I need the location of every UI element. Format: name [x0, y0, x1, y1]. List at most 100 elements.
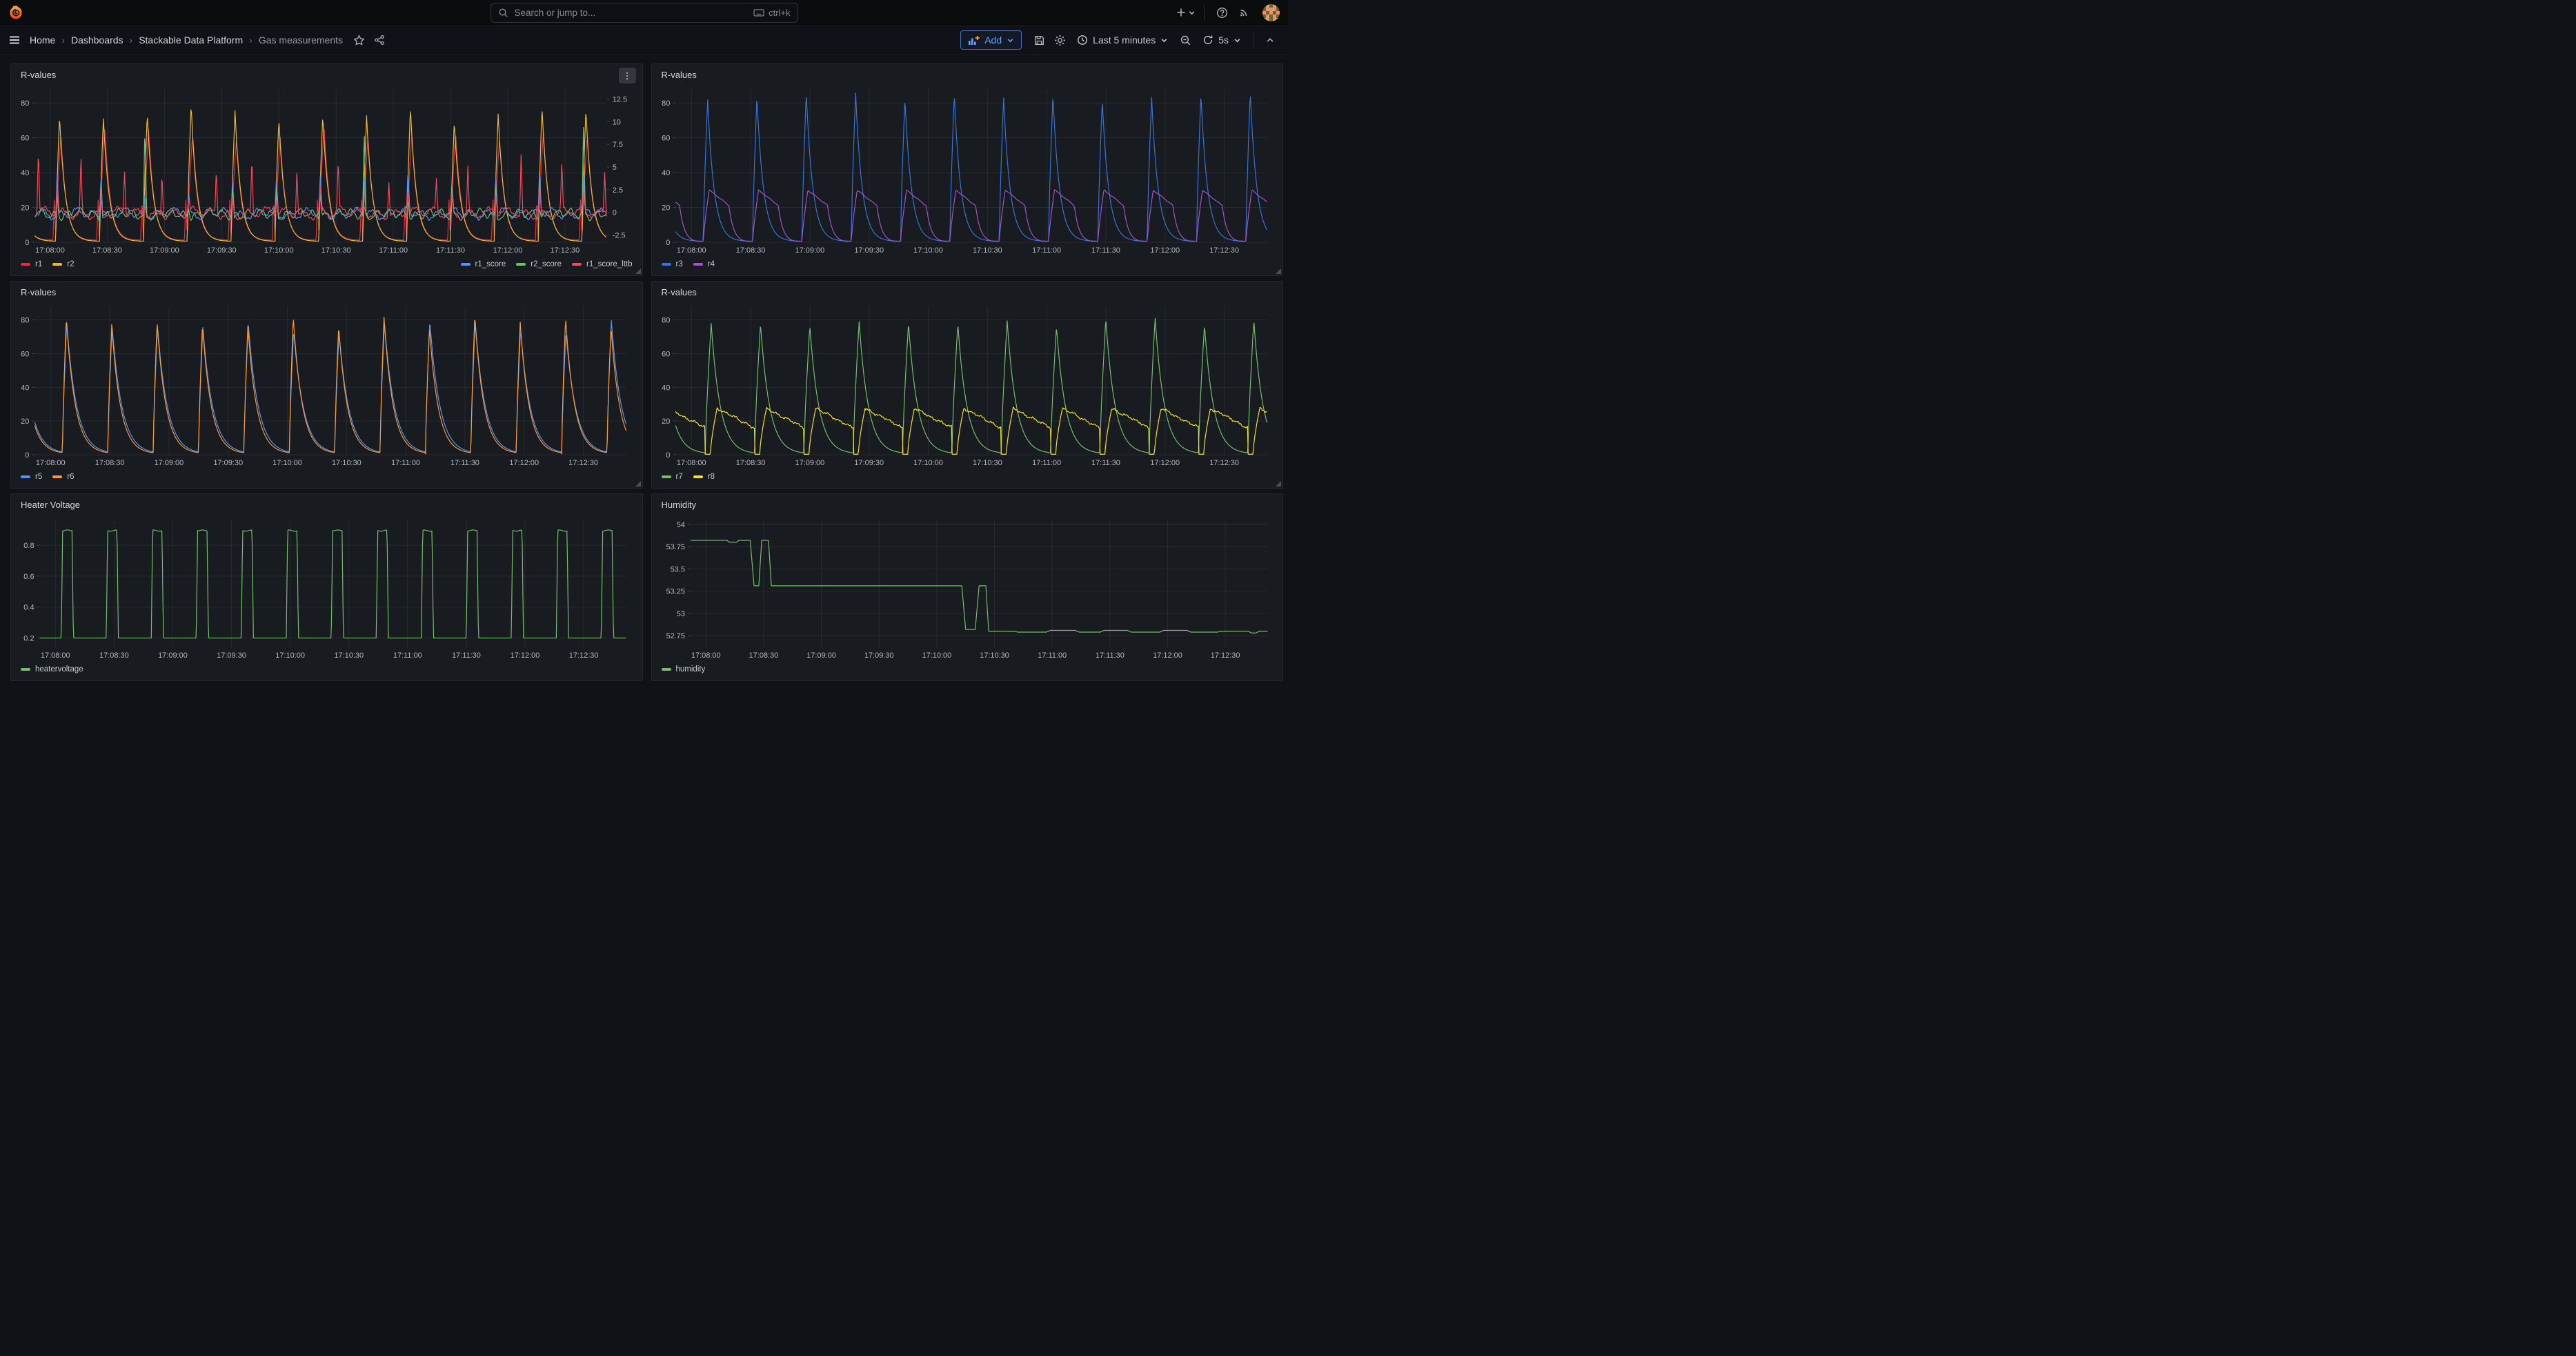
svg-text:17:09:00: 17:09:00 [150, 246, 179, 255]
panel-r-values-1: R-values 17:08:0017:08:3017:09:0017:09:3… [10, 63, 643, 276]
mega-menu-toggle[interactable] [9, 35, 20, 46]
svg-text:54: 54 [676, 521, 684, 529]
svg-text:0: 0 [613, 209, 617, 217]
svg-text:17:11:30: 17:11:30 [1091, 246, 1120, 255]
legend-swatch [461, 263, 470, 266]
svg-text:17:10:00: 17:10:00 [913, 459, 943, 467]
legend-item-r3[interactable]: r3 [662, 260, 683, 268]
keyboard-icon [753, 7, 764, 18]
svg-text:17:12:00: 17:12:00 [493, 246, 523, 255]
new-menu-button[interactable] [1176, 3, 1196, 22]
svg-text:40: 40 [662, 169, 670, 177]
share-button[interactable] [370, 30, 388, 50]
time-series-chart[interactable]: 17:08:0017:08:3017:09:0017:09:3017:10:00… [18, 83, 635, 256]
search-input[interactable]: Search or jump to... ctrl+k [491, 3, 798, 23]
svg-text:52.75: 52.75 [666, 632, 685, 640]
svg-text:17:10:30: 17:10:30 [334, 651, 364, 660]
legend-item-r6[interactable]: r6 [52, 473, 74, 481]
svg-text:17:08:00: 17:08:00 [676, 459, 706, 467]
star-icon [353, 35, 365, 46]
legend-item-r4[interactable]: r4 [693, 260, 715, 268]
legend-label: r5 [35, 473, 42, 481]
legend-swatch [662, 475, 671, 478]
time-range-picker[interactable]: Last 5 minutes [1071, 30, 1173, 50]
svg-text:0.2: 0.2 [23, 635, 34, 643]
panel-title[interactable]: Heater Voltage [18, 497, 635, 513]
svg-text:17:12:00: 17:12:00 [1153, 651, 1182, 660]
legend-label: r8 [708, 473, 715, 481]
legend-label: r1_score_lttb [586, 260, 632, 268]
panel-title[interactable]: R-values [659, 284, 1276, 301]
svg-text:17:09:30: 17:09:30 [217, 651, 246, 660]
svg-text:17:11:00: 17:11:00 [1038, 651, 1067, 660]
question-circle-icon [1216, 7, 1228, 19]
svg-text:80: 80 [21, 99, 29, 108]
zoom-out-button[interactable] [1176, 30, 1194, 50]
svg-text:80: 80 [662, 317, 670, 325]
dashboard-settings-button[interactable] [1051, 30, 1069, 50]
legend-item-r2[interactable]: r2 [52, 260, 74, 268]
avatar[interactable] [1262, 4, 1280, 21]
save-dashboard-button[interactable] [1030, 30, 1048, 50]
panel-title[interactable]: R-values [18, 67, 635, 83]
svg-text:0: 0 [666, 239, 670, 247]
divider [1204, 5, 1205, 20]
grafana-logo[interactable] [8, 4, 25, 21]
svg-text:17:11:00: 17:11:00 [1032, 459, 1061, 467]
legend-item-r1_score[interactable]: r1_score [461, 260, 506, 268]
favorite-button[interactable] [350, 30, 368, 50]
panel-menu-button[interactable] [619, 68, 636, 83]
svg-text:17:12:00: 17:12:00 [511, 651, 540, 660]
breadcrumb-home[interactable]: Home [30, 35, 55, 46]
news-button[interactable] [1235, 3, 1253, 22]
legend-swatch [662, 668, 671, 671]
svg-text:7.5: 7.5 [613, 141, 623, 149]
legend-item-r5[interactable]: r5 [21, 473, 42, 481]
breadcrumb-dashboards[interactable]: Dashboards [71, 35, 123, 46]
legend-label: r7 [676, 473, 683, 481]
refresh-icon [1202, 35, 1213, 46]
svg-text:80: 80 [662, 99, 670, 108]
svg-text:17:08:30: 17:08:30 [95, 459, 125, 467]
legend-label: r2_score [531, 260, 562, 268]
svg-text:-2.5: -2.5 [613, 231, 626, 239]
dashboard-toolbar: Home › Dashboards › Stackable Data Platf… [0, 26, 1288, 55]
svg-text:0: 0 [25, 239, 29, 247]
legend-item-humidity[interactable]: humidity [662, 665, 706, 674]
legend-item-r1[interactable]: r1 [21, 260, 42, 268]
panel-title[interactable]: R-values [18, 284, 635, 301]
svg-text:53: 53 [676, 610, 684, 618]
svg-text:0.8: 0.8 [23, 542, 34, 550]
legend-item-r2_score[interactable]: r2_score [516, 260, 562, 268]
panel-title[interactable]: R-values [659, 67, 1276, 83]
add-button[interactable]: Add [960, 30, 1022, 50]
legend-swatch [21, 263, 30, 266]
svg-text:17:10:30: 17:10:30 [972, 459, 1002, 467]
legend-item-heatervoltage[interactable]: heatervoltage [21, 665, 83, 674]
legend-item-r7[interactable]: r7 [662, 473, 683, 481]
time-series-chart[interactable]: 17:08:0017:08:3017:09:0017:09:3017:10:00… [659, 301, 1276, 469]
time-series-chart[interactable]: 17:08:0017:08:3017:09:0017:09:3017:10:00… [659, 513, 1276, 661]
time-series-chart[interactable]: 17:08:0017:08:3017:09:0017:09:3017:10:00… [18, 513, 635, 661]
panel-heater-voltage: Heater Voltage 17:08:0017:08:3017:09:001… [10, 493, 643, 681]
svg-text:0.6: 0.6 [23, 573, 34, 581]
legend-item-r1_score_lttb[interactable]: r1_score_lttb [572, 260, 632, 268]
time-series-chart[interactable]: 17:08:0017:08:3017:09:0017:09:3017:10:00… [18, 301, 635, 469]
help-button[interactable] [1213, 3, 1231, 22]
legend-label: r1 [35, 260, 42, 268]
refresh-picker[interactable]: 5s [1197, 30, 1247, 50]
collapse-toolbar-button[interactable] [1261, 30, 1279, 50]
legend-item-r8[interactable]: r8 [693, 473, 715, 481]
panel-title[interactable]: Humidity [659, 497, 1276, 513]
chart-legend: r5 r6 [18, 469, 635, 485]
top-navigation-bar: Search or jump to... ctrl+k [0, 0, 1288, 26]
time-series-chart[interactable]: 17:08:0017:08:3017:09:0017:09:3017:10:00… [659, 83, 1276, 256]
svg-text:17:10:00: 17:10:00 [913, 246, 943, 255]
svg-text:12.5: 12.5 [613, 96, 627, 104]
chart-legend: humidity [659, 661, 1276, 678]
toolbar-actions: Add [960, 30, 1279, 50]
svg-text:17:11:00: 17:11:00 [1032, 246, 1061, 255]
breadcrumb-folder[interactable]: Stackable Data Platform [139, 35, 243, 46]
svg-text:20: 20 [21, 204, 29, 213]
add-button-label: Add [984, 35, 1002, 46]
